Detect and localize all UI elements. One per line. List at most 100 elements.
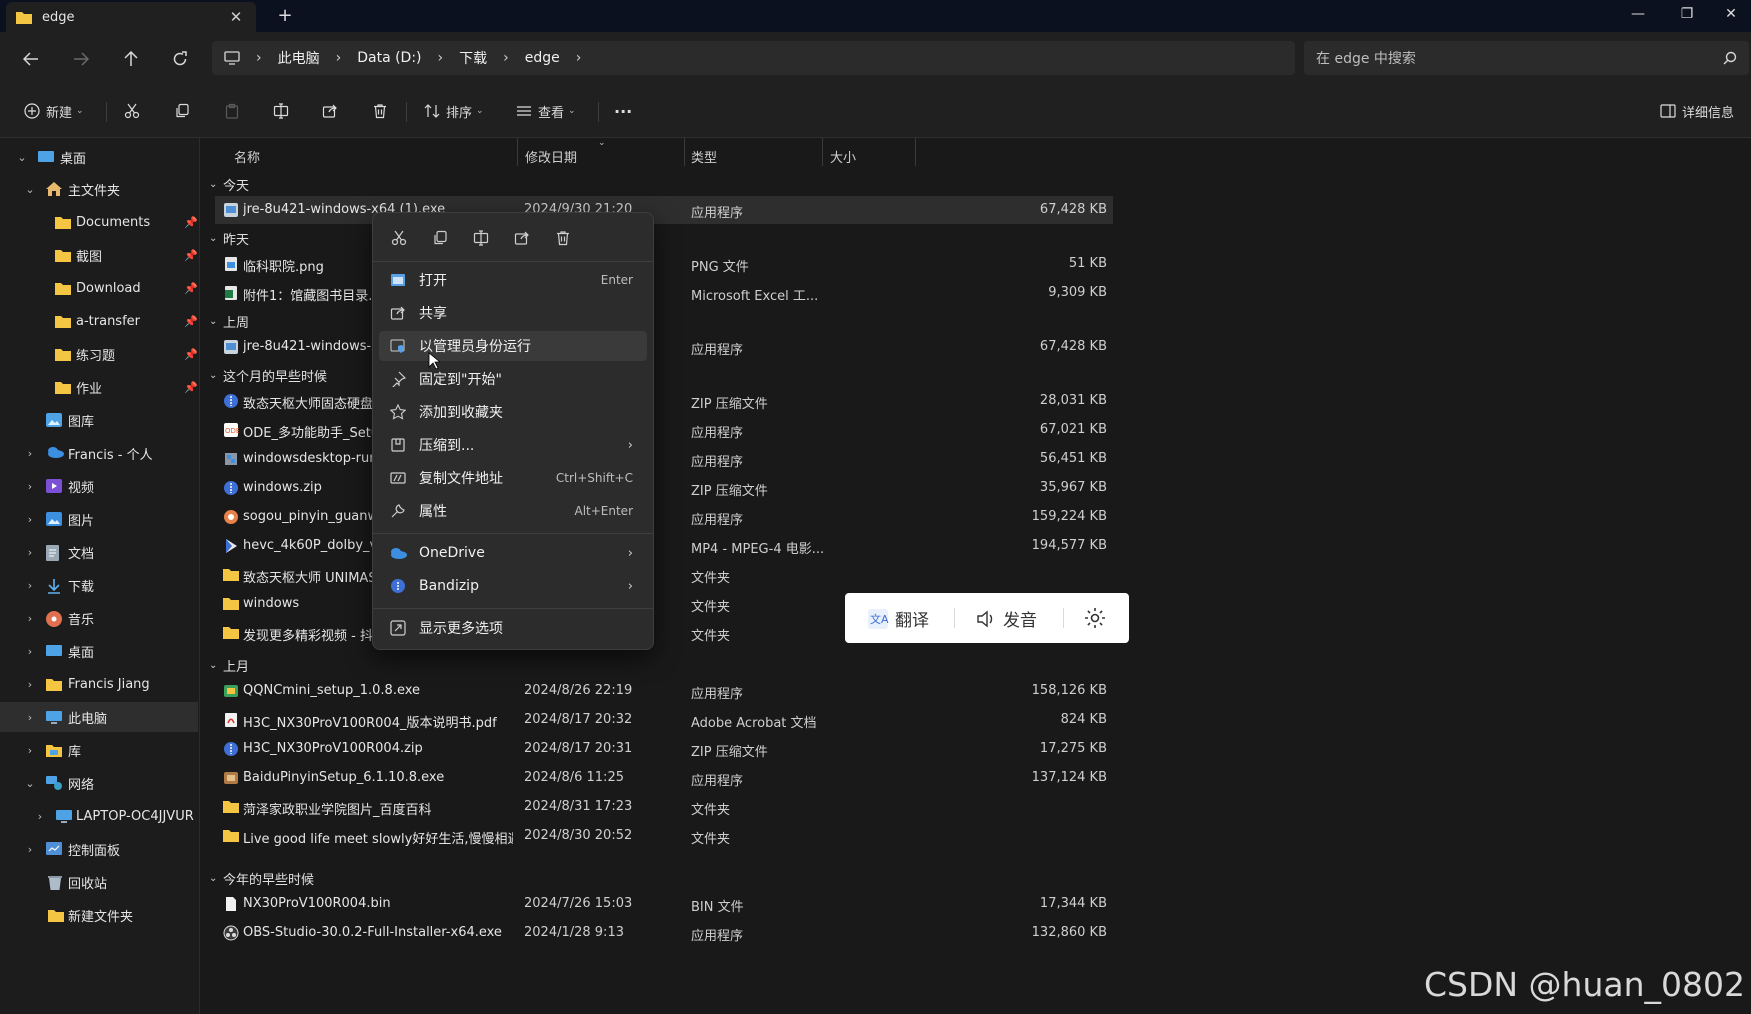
column-header-type[interactable]: 类型 <box>691 144 717 174</box>
cm-cut-button[interactable] <box>385 225 413 251</box>
file-row[interactable]: ODE ODE_多功能助手_Setup.exe 应用程序 67,021 KB <box>215 416 1113 444</box>
column-header-name[interactable]: 名称 <box>234 144 260 174</box>
sidebar-item-onedrive-personal[interactable]: › Francis - 个人 <box>0 438 198 468</box>
breadcrumb-edge[interactable]: edge <box>525 50 560 66</box>
sidebar-item-documents-pinned[interactable]: Documents 📌 <box>0 207 198 237</box>
menu-item-onedrive[interactable]: OneDrive › <box>379 538 647 568</box>
cm-copy-button[interactable] <box>426 225 454 251</box>
back-button[interactable] <box>16 46 46 72</box>
sidebar-item-gallery[interactable]: 图库 <box>0 405 198 435</box>
sort-button[interactable]: 排序 ⌄ <box>424 96 484 126</box>
sidebar-item-francis-jiang[interactable]: › Francis Jiang <box>0 669 198 699</box>
menu-item-copy-path[interactable]: 复制文件地址 Ctrl+Shift+C <box>379 463 647 493</box>
view-button[interactable]: 查看 ⌄ <box>516 96 576 126</box>
chevron-right-icon[interactable]: › <box>24 447 36 460</box>
restore-button[interactable]: ❐ <box>1664 0 1710 30</box>
sidebar-item-documents[interactable]: › 文档 <box>0 537 198 567</box>
sidebar-item-laptop[interactable]: › LAPTOP-OC4JJVUR <box>0 801 198 831</box>
tab-edge[interactable]: edge ✕ <box>6 2 256 32</box>
forward-button[interactable] <box>66 46 96 72</box>
group-header-today[interactable]: ⌄ 今天 <box>209 172 249 196</box>
translate-button[interactable]: 文A 翻译 <box>867 606 929 631</box>
rename-button[interactable] <box>273 96 289 126</box>
menu-item-compress-to[interactable]: 压缩到... › <box>379 430 647 460</box>
chevron-right-icon[interactable]: › <box>24 612 36 625</box>
delete-button[interactable] <box>372 96 388 126</box>
group-header-last-week[interactable]: ⌄ 上周 <box>209 309 249 333</box>
refresh-button[interactable] <box>165 46 195 72</box>
file-row[interactable]: BaiduPinyinSetup_6.1.10.8.exe 2024/8/6 1… <box>215 764 1113 792</box>
menu-item-show-more-options[interactable]: 显示更多选项 <box>379 613 647 643</box>
paste-button[interactable] <box>224 96 240 126</box>
file-row[interactable]: sogou_pinyin_guanwang.exe 应用程序 159,224 K… <box>215 503 1113 531</box>
file-row[interactable]: 附件1：馆藏图书目录.xlsx Microsoft Excel 工... 9,3… <box>215 279 1113 307</box>
menu-item-properties[interactable]: 属性 Alt+Enter <box>379 496 647 526</box>
more-options-button[interactable]: ··· <box>614 96 632 126</box>
close-window-button[interactable]: ✕ <box>1708 0 1751 30</box>
file-row[interactable]: hevc_4k60P_dolby_vision.mp4 MP4 - MPEG-4… <box>215 532 1113 560</box>
chevron-right-icon[interactable]: › <box>24 645 36 658</box>
file-row[interactable]: jre-8u421-windows-x64 (1).exe 2024/9/30 … <box>215 196 1113 224</box>
chevron-right-icon[interactable]: › <box>24 711 36 724</box>
file-row[interactable]: Live good life meet slowly好好生活,慢慢相遇 - 抖音… <box>215 822 1113 850</box>
menu-item-pin-to-start[interactable]: 固定到"开始" <box>379 364 647 394</box>
sidebar-item-download-pinned[interactable]: Download 📌 <box>0 273 198 303</box>
cm-share-button[interactable] <box>508 225 536 251</box>
chevron-right-icon[interactable]: › <box>24 678 36 691</box>
copy-button[interactable] <box>174 96 190 126</box>
group-header-earlier-this-year[interactable]: ⌄ 今年的早些时候 <box>209 866 314 890</box>
sidebar-item-control-panel[interactable]: › 控制面板 <box>0 834 198 864</box>
tab-close-button[interactable]: ✕ <box>226 8 246 26</box>
breadcrumb-downloads[interactable]: 下载 <box>459 48 487 68</box>
breadcrumb-drive-d[interactable]: Data (D:) <box>357 50 421 66</box>
speak-button[interactable]: 发音 <box>975 606 1037 631</box>
file-row[interactable]: H3C_NX30ProV100R004.zip 2024/8/17 20:31 … <box>215 735 1113 763</box>
cut-button[interactable] <box>124 96 140 126</box>
menu-item-run-as-admin[interactable]: 以管理员身份运行 <box>379 331 647 361</box>
group-header-yesterday[interactable]: ⌄ 昨天 <box>209 226 249 250</box>
column-header-size[interactable]: 大小 <box>830 144 856 174</box>
file-row[interactable]: NX30ProV100R004.bin 2024/7/26 15:03 BIN … <box>215 890 1113 918</box>
sidebar-item-recycle-bin[interactable]: 回收站 <box>0 867 198 897</box>
chevron-right-icon[interactable]: › <box>24 744 36 757</box>
column-divider[interactable] <box>822 138 823 166</box>
sidebar-item-homework[interactable]: 作业 📌 <box>0 372 198 402</box>
chevron-right-icon[interactable]: › <box>24 480 36 493</box>
chevron-down-icon[interactable]: ⌄ <box>24 183 36 196</box>
sidebar-item-a-transfer[interactable]: a-transfer 📌 <box>0 306 198 336</box>
menu-item-share[interactable]: 共享 <box>379 298 647 328</box>
search-input[interactable]: 在 edge 中搜索 <box>1304 41 1749 75</box>
sidebar-item-downloads[interactable]: › 下载 <box>0 570 198 600</box>
chevron-right-icon[interactable]: › <box>24 579 36 592</box>
new-tab-button[interactable]: + <box>272 4 298 28</box>
sidebar-item-new-folder[interactable]: 新建文件夹 <box>0 900 198 930</box>
sidebar-item-exercises[interactable]: 练习题 📌 <box>0 339 198 369</box>
chevron-down-icon[interactable]: ⌄ <box>16 151 28 164</box>
file-row[interactable]: QQNCmini_setup_1.0.8.exe 2024/8/26 22:19… <box>215 677 1113 705</box>
sidebar-item-libraries[interactable]: › 库 <box>0 735 198 765</box>
sidebar-item-music[interactable]: › 音乐 <box>0 603 198 633</box>
details-pane-button[interactable]: 详细信息 <box>1660 96 1734 126</box>
sidebar-item-screenshots[interactable]: 截图 📌 <box>0 240 198 270</box>
file-row[interactable]: windowsdesktop-runtime.exe 应用程序 56,451 K… <box>215 445 1113 473</box>
sidebar-item-videos[interactable]: › 视频 <box>0 471 198 501</box>
breadcrumb-this-pc[interactable]: 此电脑 <box>278 48 320 68</box>
chevron-right-icon[interactable]: › <box>24 546 36 559</box>
new-button[interactable]: 新建 ⌄ <box>24 96 84 126</box>
file-row[interactable]: 临科职院.png PNG 文件 51 KB <box>215 250 1113 278</box>
menu-item-add-to-favorites[interactable]: 添加到收藏夹 <box>379 397 647 427</box>
file-row[interactable]: OBS-Studio-30.0.2-Full-Installer-x64.exe… <box>215 919 1113 947</box>
file-row[interactable]: 致态天枢大师 UNIMAST 文件夹 <box>215 561 1113 589</box>
column-header-date[interactable]: 修改日期 <box>525 144 577 174</box>
chevron-right-icon[interactable]: › <box>34 810 46 823</box>
cm-rename-button[interactable] <box>467 225 495 251</box>
sidebar-item-network[interactable]: ⌄ 网络 <box>0 768 198 798</box>
column-divider[interactable] <box>517 138 518 166</box>
chevron-right-icon[interactable]: › <box>24 843 36 856</box>
menu-item-open[interactable]: 打开 Enter <box>379 265 647 295</box>
file-row[interactable]: H3C_NX30ProV100R004_版本说明书.pdf 2024/8/17 … <box>215 706 1113 734</box>
share-button[interactable] <box>322 96 338 126</box>
group-header-last-month[interactable]: ⌄ 上月 <box>209 653 249 677</box>
file-row[interactable]: 致态天枢大师固态硬盘管理软件.zip ZIP 压缩文件 28,031 KB <box>215 387 1113 415</box>
group-header-earlier-this-month[interactable]: ⌄ 这个月的早些时候 <box>209 363 327 387</box>
